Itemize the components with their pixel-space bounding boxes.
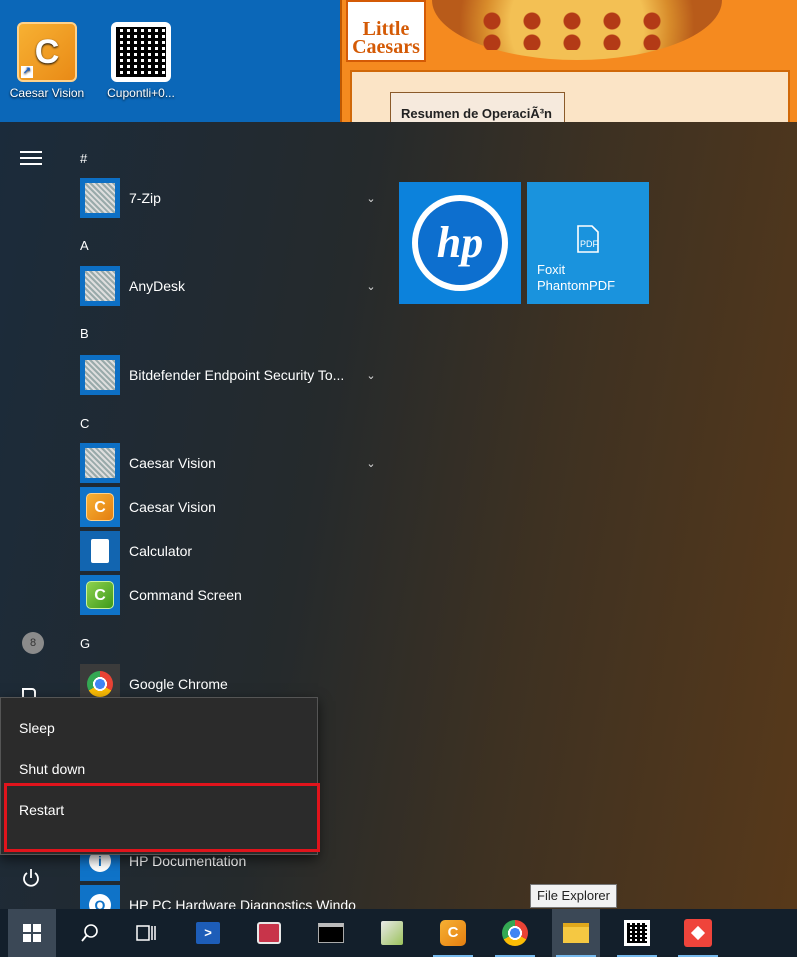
app-command-screen[interactable]: C Command Screen [80, 575, 380, 615]
powershell-icon: > [196, 922, 220, 944]
app-label: Caesar Vision [129, 499, 216, 515]
app-bitdefender[interactable]: Bitdefender Endpoint Security To... ⌄ [80, 355, 380, 395]
hp-logo-icon: hp [412, 195, 508, 291]
taskbar: > C [0, 909, 797, 957]
app-label: Caesar Vision [129, 455, 216, 471]
7zip-icon [80, 178, 120, 218]
anydesk-icon [684, 919, 712, 947]
desktop-icon-caesar-vision[interactable]: C ↗ Caesar Vision [2, 22, 92, 100]
desktop-icon-label: Cupontli+0... [107, 86, 175, 100]
search-icon [81, 924, 98, 942]
app-hp-hardware-diagnostics[interactable]: Q HP PC Hardware Diagnostics Windo [80, 885, 380, 909]
app-caesar-vision[interactable]: C Caesar Vision [80, 487, 380, 527]
calculator-icon [80, 531, 120, 571]
diagnostics-icon: Q [80, 885, 120, 909]
restart-highlight-box [4, 783, 320, 852]
app-label: HP Documentation [129, 853, 247, 869]
caesar-vision-folder-icon [80, 443, 120, 483]
qr-code-icon [111, 22, 171, 82]
taskbar-caesar-vision[interactable]: C [429, 909, 477, 957]
taskbar-qr-app[interactable] [613, 909, 661, 957]
task-view-icon [136, 925, 156, 941]
hp-logo-text: hp [418, 201, 502, 285]
letter-header-c[interactable]: C [80, 416, 89, 431]
tile-foxit-phantompdf[interactable]: PDF Foxit PhantomPDF [527, 182, 649, 304]
app-label: Bitdefender Endpoint Security To... [129, 367, 345, 383]
app-7zip[interactable]: 7-Zip ⌄ [80, 178, 380, 218]
taskbar-chrome[interactable] [491, 909, 539, 957]
app-label: HP PC Hardware Diagnostics Windo [129, 897, 356, 909]
task-view-button[interactable] [122, 909, 170, 957]
caesar-vision-icon: C [440, 920, 466, 946]
taskbar-anydesk[interactable] [674, 909, 722, 957]
chrome-icon [502, 920, 528, 946]
anydesk-icon [80, 266, 120, 306]
terminal-icon [318, 923, 344, 943]
app-label: 7-Zip [129, 190, 161, 206]
user-account-icon[interactable]: 8 [22, 632, 44, 654]
chevron-down-icon[interactable]: ⌄ [362, 369, 380, 382]
svg-text:PDF: PDF [580, 239, 599, 249]
little-caesars-logo: Little Caesars [346, 0, 426, 62]
letter-header-b[interactable]: B [80, 326, 89, 341]
command-screen-icon: C [80, 575, 120, 615]
caesar-vision-icon: C [80, 487, 120, 527]
hamburger-menu-icon[interactable] [20, 151, 42, 165]
pizza-banner-image [432, 0, 722, 60]
remote-desktop-icon [257, 922, 281, 944]
app-label: Google Chrome [129, 676, 228, 692]
little-caesars-window: Little Caesars Resumen de OperaciÃ³n [340, 0, 797, 122]
letter-header-g[interactable]: G [80, 636, 90, 651]
app-label: Calculator [129, 543, 193, 559]
tab-resumen-operacion[interactable]: Resumen de OperaciÃ³n [390, 92, 565, 122]
search-button[interactable] [66, 909, 114, 957]
pdf-icon: PDF [577, 225, 599, 253]
chevron-down-icon[interactable]: ⌄ [362, 192, 380, 205]
desktop-icon-label: Caesar Vision [9, 86, 85, 100]
app-label: Command Screen [129, 587, 242, 603]
start-button[interactable] [8, 909, 56, 957]
qr-code-icon [624, 920, 650, 946]
tile-label: Foxit PhantomPDF [537, 262, 616, 293]
app-caesar-vision-folder[interactable]: Caesar Vision ⌄ [80, 443, 380, 483]
taskbar-file-explorer[interactable] [552, 909, 600, 957]
file-explorer-tooltip: File Explorer [530, 884, 617, 908]
app-label: AnyDesk [129, 278, 186, 294]
letter-header-a[interactable]: A [80, 238, 89, 253]
tile-hp[interactable]: hp [399, 182, 521, 304]
folder-icon [563, 923, 589, 943]
power-icon[interactable] [20, 867, 42, 889]
taskbar-notepad[interactable] [368, 909, 416, 957]
chevron-down-icon[interactable]: ⌄ [362, 457, 380, 470]
shortcut-arrow-icon: ↗ [21, 66, 33, 78]
caesar-vision-icon: C ↗ [17, 22, 77, 82]
taskbar-cmd[interactable] [307, 909, 355, 957]
app-calculator[interactable]: Calculator [80, 531, 380, 571]
bitdefender-icon [80, 355, 120, 395]
sleep-button[interactable]: Sleep [1, 708, 319, 749]
windows-logo-icon [23, 924, 41, 942]
app-anydesk[interactable]: AnyDesk ⌄ [80, 266, 380, 306]
taskbar-powershell[interactable]: > [184, 909, 232, 957]
desktop-icon-cupontli[interactable]: Cupontli+0... [96, 22, 186, 100]
letter-header-hash[interactable]: # [80, 151, 87, 166]
chevron-down-icon[interactable]: ⌄ [362, 280, 380, 293]
taskbar-remote-desktop[interactable] [245, 909, 293, 957]
notepad-icon [381, 921, 403, 945]
